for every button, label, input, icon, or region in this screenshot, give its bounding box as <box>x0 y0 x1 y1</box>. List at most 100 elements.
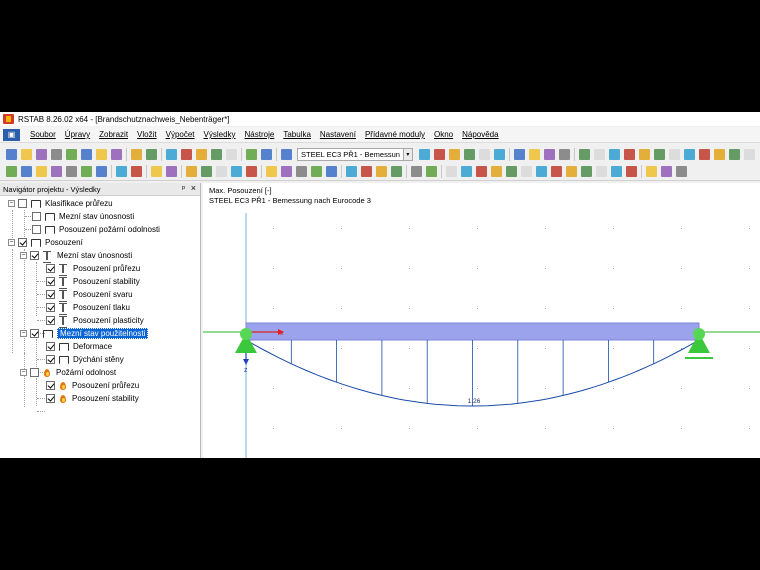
toolbar-button-icon[interactable] <box>296 166 307 177</box>
toolbar-button-icon[interactable] <box>281 166 292 177</box>
checkbox[interactable] <box>30 329 39 338</box>
checkbox[interactable] <box>18 238 27 247</box>
toolbar-button-icon[interactable] <box>448 148 460 160</box>
menu-napoveda[interactable]: Nápověda <box>457 130 502 139</box>
tree-item-deformace[interactable]: Deformace <box>46 340 112 353</box>
toolbar-button-icon[interactable] <box>551 166 562 177</box>
toolbar-button-icon[interactable] <box>261 148 272 160</box>
toolbar-button-icon[interactable] <box>596 166 607 177</box>
tree-item-tlak[interactable]: Posouzení tlaku <box>46 301 130 315</box>
toolbar-button-icon[interactable] <box>638 148 650 160</box>
toolbar-button-icon[interactable] <box>81 166 92 177</box>
toolbar-button-icon[interactable] <box>743 148 755 160</box>
module-case-select[interactable]: STEEL EC3 PŘ1 - Bemessun <box>297 147 404 161</box>
toolbar-button-icon[interactable] <box>281 148 292 160</box>
model-view[interactable]: 1.26 x z <box>203 183 760 458</box>
beam-member[interactable] <box>245 322 700 341</box>
checkbox[interactable] <box>32 212 41 221</box>
toolbar-button-icon[interactable] <box>36 166 47 177</box>
tree-item-plasticita[interactable]: Posouzení plasticity <box>46 314 144 328</box>
tree-item-pozarni[interactable]: − Požární odolnost <box>20 366 116 379</box>
document-menu-icon[interactable]: ▣ <box>3 128 20 141</box>
pin-icon[interactable]: ᵖ <box>182 184 185 193</box>
tree-item-klasifikace-pozar[interactable]: Posouzení požární odolnosti <box>32 223 160 236</box>
toolbar-button-icon[interactable] <box>116 166 127 177</box>
menu-nastroje[interactable]: Nástroje <box>240 130 279 139</box>
toolbar-button-icon[interactable] <box>311 166 322 177</box>
expander-icon[interactable]: − <box>8 239 15 246</box>
toolbar-button-icon[interactable] <box>246 166 257 177</box>
toolbar-button-icon[interactable] <box>111 148 122 160</box>
toolbar-button-icon[interactable] <box>346 166 357 177</box>
tree-item-pozar-stabilita[interactable]: Posouzení stability <box>46 392 139 405</box>
checkbox[interactable] <box>30 368 39 377</box>
toolbar-button-icon[interactable] <box>578 148 590 160</box>
checkbox[interactable] <box>46 381 55 390</box>
tree-item-klasifikace-msu[interactable]: Mezní stav únosnosti <box>32 210 134 223</box>
toolbar-button-icon[interactable] <box>493 148 505 160</box>
expander-icon[interactable]: − <box>20 369 27 376</box>
toolbar-button-icon[interactable] <box>376 166 387 177</box>
toolbar-button-icon[interactable] <box>266 166 277 177</box>
toolbar-button-icon[interactable] <box>713 148 725 160</box>
toolbar-button-icon[interactable] <box>513 148 525 160</box>
tree-item-stabilita[interactable]: Posouzení stability <box>46 275 140 289</box>
toolbar-button-icon[interactable] <box>521 166 532 177</box>
tree-item-klasifikace[interactable]: − Klasifikace průřezu <box>8 197 113 210</box>
toolbar-button-icon[interactable] <box>6 166 17 177</box>
toolbar-button-icon[interactable] <box>446 166 457 177</box>
expander-icon[interactable]: − <box>8 200 15 207</box>
toolbar-button-icon[interactable] <box>166 148 177 160</box>
toolbar-button-icon[interactable] <box>646 166 657 177</box>
toolbar-button-icon[interactable] <box>698 148 710 160</box>
toolbar-button-icon[interactable] <box>166 166 177 177</box>
toolbar-button-icon[interactable] <box>181 148 192 160</box>
menu-vlozit[interactable]: Vložit <box>132 130 161 139</box>
tree-item-posouzeni[interactable]: − Posouzení <box>8 236 83 249</box>
checkbox[interactable] <box>18 199 27 208</box>
toolbar-button-icon[interactable] <box>433 148 445 160</box>
toolbar-button-icon[interactable] <box>411 166 422 177</box>
toolbar-button-icon[interactable] <box>131 148 142 160</box>
expander-icon[interactable]: − <box>20 330 27 337</box>
menu-pridavne-moduly[interactable]: Přídavné moduly <box>360 130 429 139</box>
tree-item-pozar-prurez[interactable]: Posouzení průřezu <box>46 379 139 392</box>
graphics-canvas[interactable]: Max. Posouzení [-] STEEL EC3 PŘ1 - Bemes… <box>203 183 760 458</box>
toolbar-button-icon[interactable] <box>626 166 637 177</box>
toolbar-button-icon[interactable] <box>36 148 47 160</box>
menu-nastaveni[interactable]: Nastavení <box>315 130 360 139</box>
checkbox[interactable] <box>30 251 39 260</box>
checkbox[interactable] <box>46 355 55 364</box>
checkbox[interactable] <box>46 316 55 325</box>
toolbar-button-icon[interactable] <box>66 148 77 160</box>
tree-item-posouzeni-msu[interactable]: − Mezní stav únosnosti <box>20 249 132 263</box>
toolbar-button-icon[interactable] <box>581 166 592 177</box>
toolbar-button-icon[interactable] <box>623 148 635 160</box>
toolbar-button-icon[interactable] <box>566 166 577 177</box>
toolbar-button-icon[interactable] <box>536 166 547 177</box>
toolbar-button-icon[interactable] <box>476 166 487 177</box>
toolbar-button-icon[interactable] <box>326 166 337 177</box>
toolbar-button-icon[interactable] <box>146 148 157 160</box>
toolbar-button-icon[interactable] <box>51 166 62 177</box>
menu-vysledky[interactable]: Výsledky <box>199 130 240 139</box>
toolbar-button-icon[interactable] <box>506 166 517 177</box>
chevron-down-icon[interactable]: ▾ <box>403 147 413 161</box>
toolbar-button-icon[interactable] <box>216 166 227 177</box>
toolbar-button-icon[interactable] <box>226 148 237 160</box>
tree-item-svar[interactable]: Posouzení svaru <box>46 288 133 302</box>
menu-upravy[interactable]: Úpravy <box>60 130 94 139</box>
tree-item-prurez[interactable]: Posouzení průřezu <box>46 262 140 276</box>
toolbar-button-icon[interactable] <box>96 148 107 160</box>
toolbar-button-icon[interactable] <box>6 148 17 160</box>
toolbar-button-icon[interactable] <box>478 148 490 160</box>
toolbar-button-icon[interactable] <box>608 148 620 160</box>
toolbar-button-icon[interactable] <box>196 148 207 160</box>
toolbar-button-icon[interactable] <box>491 166 502 177</box>
toolbar-button-icon[interactable] <box>66 166 77 177</box>
toolbar-button-icon[interactable] <box>21 148 32 160</box>
toolbar-button-icon[interactable] <box>593 148 605 160</box>
checkbox[interactable] <box>46 342 55 351</box>
toolbar-button-icon[interactable] <box>131 166 142 177</box>
toolbar-button-icon[interactable] <box>683 148 695 160</box>
